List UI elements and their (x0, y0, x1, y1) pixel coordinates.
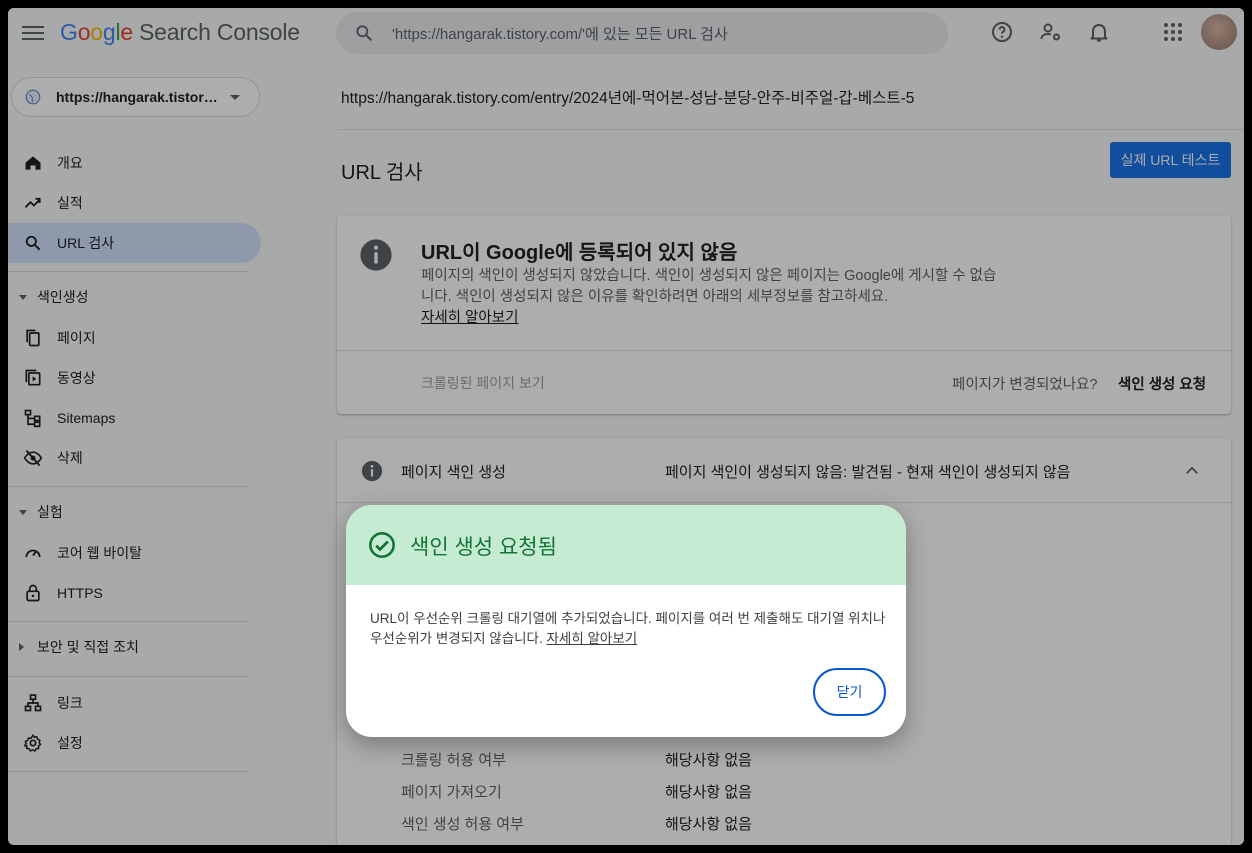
indexing-requested-dialog: 색인 생성 요청됨 URL이 우선순위 크롤링 대기열에 추가되었습니다. 페이… (346, 505, 906, 737)
dialog-header: 색인 생성 요청됨 (346, 505, 906, 585)
learn-more-link[interactable]: 자세히 알아보기 (546, 631, 637, 646)
dialog-title: 색인 생성 요청됨 (410, 536, 557, 559)
app-window: Google Search Console 'https://hangarak.t… (8, 8, 1244, 845)
dialog-body: URL이 우선순위 크롤링 대기열에 추가되었습니다. 페이지를 여러 번 제출… (370, 609, 886, 649)
check-circle-icon (369, 532, 395, 558)
close-button[interactable]: 닫기 (813, 668, 886, 716)
